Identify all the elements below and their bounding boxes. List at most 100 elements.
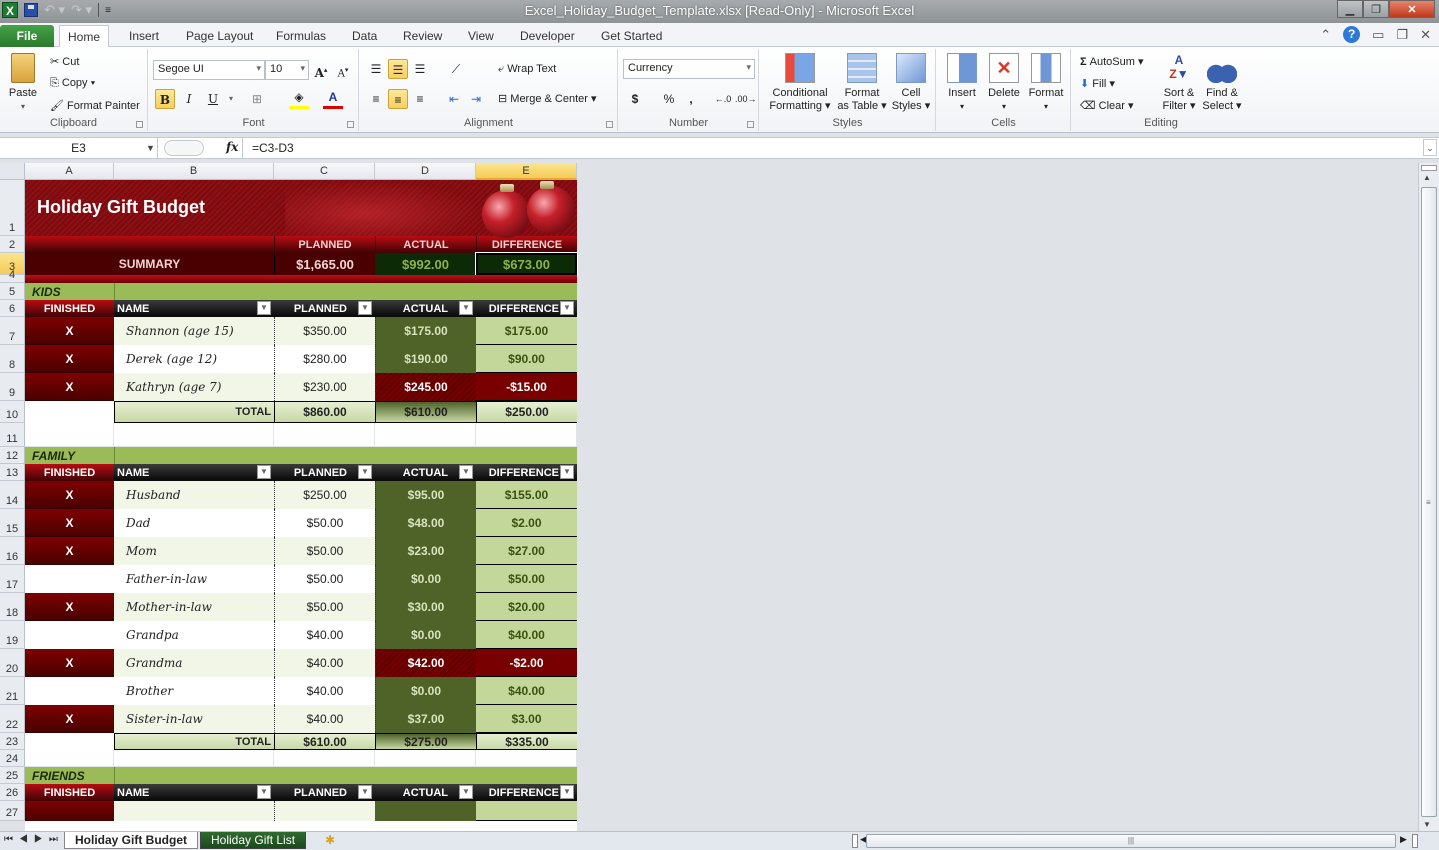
clear-button[interactable]: ⌫ Clear ▾ — [1080, 99, 1134, 112]
row-header[interactable]: 18 — [0, 593, 25, 621]
underline-button[interactable]: U — [203, 89, 223, 109]
name-cell[interactable]: Derek (age 12) — [114, 345, 274, 373]
actual-cell[interactable]: $23.00 — [375, 537, 476, 565]
number-launcher-icon[interactable] — [747, 121, 754, 128]
actual-cell[interactable]: $0.00 — [375, 621, 476, 649]
finished-cell[interactable]: X — [25, 481, 114, 509]
conditional-formatting-button[interactable]: Conditional Formatting ▾ — [766, 53, 834, 113]
empty-cell[interactable] — [25, 750, 114, 767]
tab-view[interactable]: View — [460, 25, 502, 47]
difference-cell[interactable]: $155.00 — [476, 481, 577, 509]
orientation-icon[interactable]: ⟋ — [446, 59, 466, 79]
filter-dropdown-icon[interactable]: ▼ — [560, 785, 574, 799]
row-header[interactable]: 8 — [0, 345, 25, 373]
finished-cell[interactable] — [25, 565, 114, 593]
row-header[interactable]: 23 — [0, 733, 25, 750]
vertical-scroll-thumb[interactable]: ≡ — [1421, 187, 1437, 817]
tab-developer[interactable]: Developer — [512, 25, 583, 47]
row-header[interactable]: 4 — [0, 269, 25, 283]
name-box-dropdown-icon[interactable]: ▼ — [146, 138, 155, 158]
italic-button[interactable]: I — [179, 89, 199, 109]
total-actual[interactable]: $275.00 — [375, 733, 476, 750]
filter-dropdown-icon[interactable]: ▼ — [560, 465, 574, 479]
font-name-select[interactable]: Segoe UI — [153, 60, 265, 80]
actual-cell[interactable]: $190.00 — [375, 345, 476, 373]
total-actual[interactable]: $610.00 — [375, 401, 476, 423]
cut-button[interactable]: ✂ Cut — [50, 55, 79, 68]
column-header-b[interactable]: B — [114, 163, 274, 180]
difference-cell[interactable]: $20.00 — [476, 593, 577, 621]
column-header-d[interactable]: D — [375, 163, 476, 180]
row-header[interactable]: 27 — [0, 801, 25, 821]
name-cell[interactable]: Mother-in-law — [114, 593, 274, 621]
row-header[interactable]: 2 — [0, 236, 25, 253]
copy-button[interactable]: ⎘ Copy ▾ — [50, 77, 95, 90]
tab-page-layout[interactable]: Page Layout — [178, 25, 261, 47]
row-header[interactable]: 24 — [0, 750, 25, 767]
find-select-button[interactable]: Find & Select ▾ — [1200, 53, 1244, 113]
column-header-c[interactable]: C — [274, 163, 375, 180]
actual-cell[interactable]: $37.00 — [375, 705, 476, 733]
row-header[interactable]: 17 — [0, 565, 25, 593]
filter-dropdown-icon[interactable]: ▼ — [358, 301, 372, 315]
row-header[interactable]: 25 — [0, 767, 25, 784]
filter-dropdown-icon[interactable]: ▼ — [358, 785, 372, 799]
finished-cell[interactable]: X — [25, 373, 114, 401]
filter-dropdown-icon[interactable]: ▼ — [358, 465, 372, 479]
decrease-indent-icon[interactable]: ⇤ — [444, 89, 464, 109]
align-top-icon[interactable]: ☰ — [366, 59, 386, 79]
planned-cell[interactable]: $280.00 — [274, 345, 375, 373]
help-icon[interactable]: ? — [1343, 26, 1361, 43]
total-planned[interactable]: $860.00 — [274, 401, 375, 423]
clipboard-launcher-icon[interactable] — [136, 121, 143, 128]
finished-cell[interactable]: X — [25, 593, 114, 621]
column-header-name[interactable]: NAME — [114, 784, 274, 801]
tab-file[interactable]: File — [0, 25, 54, 47]
font-size-select[interactable]: 10 — [265, 60, 309, 80]
empty-cell[interactable] — [375, 423, 476, 447]
name-cell[interactable]: Shannon (age 15) — [114, 317, 274, 345]
workbook-restore-icon[interactable]: ❐ — [1396, 27, 1408, 43]
insert-cells-button[interactable]: Insert ▾ — [941, 53, 983, 113]
percent-button[interactable]: % — [659, 89, 679, 109]
font-launcher-icon[interactable] — [347, 121, 354, 128]
name-cell[interactable]: Brother — [114, 677, 274, 705]
row-header[interactable]: 6 — [0, 300, 25, 317]
empty-cell[interactable] — [274, 423, 375, 447]
formula-input[interactable]: =C3-D3 — [252, 138, 294, 158]
fill-color-icon[interactable]: ◈ — [289, 89, 309, 109]
row-header[interactable]: 10 — [0, 401, 25, 423]
column-header-finished[interactable]: FINISHED — [25, 300, 114, 317]
font-color-icon[interactable]: A — [323, 89, 343, 109]
total-planned[interactable]: $610.00 — [274, 733, 375, 750]
difference-cell[interactable]: $50.00 — [476, 565, 577, 593]
filter-dropdown-icon[interactable]: ▼ — [560, 301, 574, 315]
align-right-icon[interactable]: ≡ — [410, 89, 430, 109]
increase-decimal-icon[interactable]: ←.0 — [713, 89, 733, 109]
horizontal-scroll-thumb[interactable]: ||| — [866, 834, 1396, 848]
bold-button[interactable]: B — [155, 89, 175, 109]
actual-cell[interactable]: $0.00 — [375, 677, 476, 705]
name-cell[interactable]: Father-in-law — [114, 565, 274, 593]
actual-cell[interactable]: $42.00 — [375, 649, 476, 677]
column-header-a[interactable]: A — [25, 163, 114, 180]
planned-cell[interactable]: $50.00 — [274, 537, 375, 565]
expand-formula-bar-icon[interactable]: ⌄ — [1423, 139, 1437, 156]
vertical-scrollbar[interactable]: ▲ ≡ ▼ — [1418, 163, 1439, 831]
planned-cell[interactable]: $230.00 — [274, 373, 375, 401]
filter-dropdown-icon[interactable]: ▼ — [459, 301, 473, 315]
tab-formulas[interactable]: Formulas — [268, 25, 334, 47]
format-painter-button[interactable]: 🖌 Format Painter — [50, 99, 140, 112]
planned-cell[interactable]: $50.00 — [274, 565, 375, 593]
filter-dropdown-icon[interactable]: ▼ — [257, 465, 271, 479]
name-cell[interactable]: Mom — [114, 537, 274, 565]
empty-cell[interactable] — [114, 750, 274, 767]
finished-cell[interactable] — [25, 621, 114, 649]
sheet-nav-arrows[interactable]: ⏮◀▶⏭ — [4, 834, 64, 845]
actual-cell[interactable]: $0.00 — [375, 565, 476, 593]
empty-cell[interactable] — [375, 750, 476, 767]
row-header[interactable]: 21 — [0, 677, 25, 705]
name-cell[interactable]: Grandpa — [114, 621, 274, 649]
split-box[interactable] — [1421, 165, 1437, 171]
column-header-finished[interactable]: FINISHED — [25, 784, 114, 801]
